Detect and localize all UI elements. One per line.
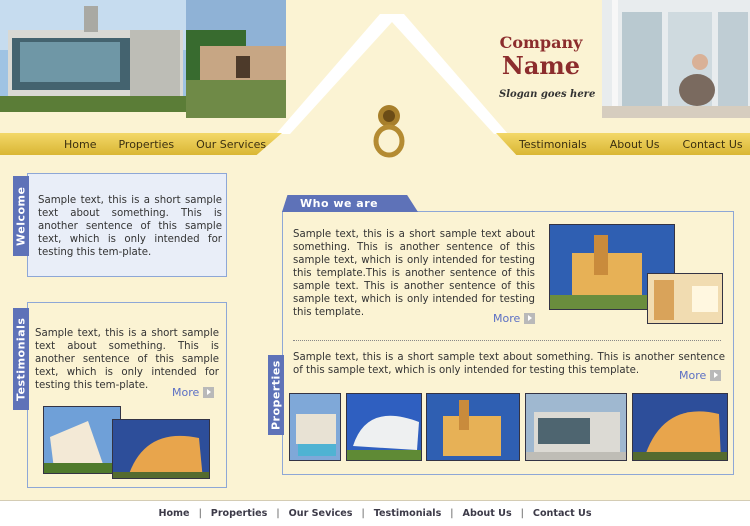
- who-title: Who we are: [300, 197, 379, 210]
- who-more-link[interactable]: More: [493, 312, 536, 325]
- nav-contact-us[interactable]: Contact Us: [683, 138, 743, 151]
- nav-right: Testimonials About Us Contact Us: [496, 133, 750, 155]
- properties-text: Sample text, this is a short sample text…: [293, 352, 725, 376]
- who-photo-interior: [647, 273, 723, 324]
- nav-testimonials[interactable]: Testimonials: [519, 138, 587, 151]
- header-photo-terrace: [602, 0, 750, 118]
- nav-about-us[interactable]: About Us: [610, 138, 660, 151]
- testimonials-box: Sample text, this is a short sample text…: [27, 302, 227, 488]
- footer-about-us[interactable]: About Us: [463, 508, 512, 519]
- testimonials-text: Sample text, this is a short sample text…: [35, 328, 219, 391]
- footer-contact-us[interactable]: Contact Us: [533, 508, 592, 519]
- property-thumb-5[interactable]: [632, 393, 728, 461]
- welcome-box: Sample text, this is a short sample text…: [27, 173, 227, 277]
- footer-properties[interactable]: Properties: [211, 508, 268, 519]
- who-text: Sample text, this is a short sample text…: [293, 229, 535, 318]
- welcome-tab: Welcome: [13, 176, 29, 256]
- testimonial-photo-1: [43, 406, 121, 474]
- arrow-right-icon: [524, 313, 536, 324]
- properties-more-link[interactable]: More: [679, 369, 722, 382]
- property-thumb-2[interactable]: [346, 393, 422, 461]
- slogan: Slogan goes here: [499, 89, 596, 100]
- who-title-tab: Who we are: [282, 195, 418, 212]
- header-photo-modern-house: [0, 0, 186, 112]
- testimonials-tab: Testimonials: [13, 308, 29, 410]
- testimonials-more-link[interactable]: More: [172, 386, 215, 399]
- nav-home[interactable]: Home: [64, 138, 96, 151]
- arrow-right-icon: [710, 370, 722, 381]
- footer-nav: Home | Properties | Our Sevices | Testimoni…: [0, 500, 750, 526]
- property-thumb-1[interactable]: [289, 393, 341, 461]
- testimonial-photo-2: [112, 419, 210, 479]
- nav-properties[interactable]: Properties: [118, 138, 174, 151]
- header-photo-stone-house: [186, 0, 286, 118]
- property-thumb-3[interactable]: [426, 393, 520, 461]
- footer-services[interactable]: Our Sevices: [289, 508, 353, 519]
- who-box: Sample text, this is a short sample text…: [282, 211, 734, 475]
- properties-tab: Properties: [268, 355, 284, 435]
- arrow-right-icon: [203, 387, 215, 398]
- divider: [293, 340, 721, 341]
- footer-testimonials[interactable]: Testimonials: [374, 508, 442, 519]
- welcome-text: Sample text, this is a short sample text…: [38, 195, 222, 258]
- header: Company Name Slogan goes here: [0, 0, 750, 158]
- nav-left: Home Properties Our Services: [0, 133, 282, 155]
- property-thumb-4[interactable]: [525, 393, 627, 461]
- nav-our-services[interactable]: Our Services: [196, 138, 266, 151]
- door-knocker-icon: [373, 105, 405, 158]
- footer-home[interactable]: Home: [158, 508, 189, 519]
- company-name: Company Name: [499, 33, 583, 80]
